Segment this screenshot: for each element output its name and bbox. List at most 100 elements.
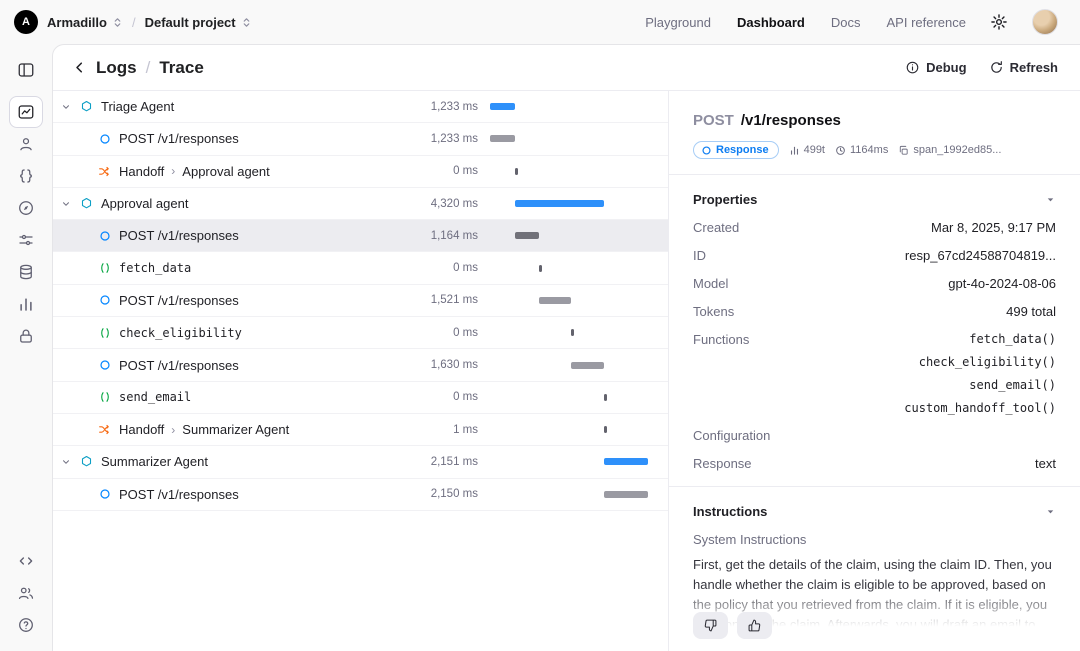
span-path: /v1/responses xyxy=(740,112,841,129)
sidebar-item-fine-tuning[interactable] xyxy=(9,224,43,256)
trace-row-handoff[interactable]: Handoff › Summarizer Agent 1 ms xyxy=(53,414,668,447)
braces-icon xyxy=(20,169,32,183)
trace-row-label: Approval agent xyxy=(101,196,189,212)
collapse-chevron-icon[interactable] xyxy=(1045,194,1056,205)
refresh-button[interactable]: Refresh xyxy=(989,60,1058,75)
trace-row-post[interactable]: POST /v1/responses 1,630 ms xyxy=(53,349,668,382)
trace-row-agent[interactable]: Summarizer Agent 2,151 ms xyxy=(53,446,668,479)
sidebar-item-explore[interactable] xyxy=(9,192,43,224)
trace-row-label: Triage Agent xyxy=(101,99,175,115)
trace-row-timeline xyxy=(490,490,648,498)
handoff-icon xyxy=(97,423,112,436)
debug-button[interactable]: Debug xyxy=(905,60,967,75)
handoff-target-label: Summarizer Agent xyxy=(182,422,290,438)
sidebar-item-assistants[interactable] xyxy=(9,128,43,160)
database-icon xyxy=(20,264,32,280)
trace-row-agent[interactable]: Approval agent 4,320 ms xyxy=(53,188,668,221)
breadcrumb-logs[interactable]: Logs xyxy=(96,58,137,78)
sidebar-toggle-panel-icon[interactable] xyxy=(9,54,43,86)
bar-chart-icon xyxy=(790,146,798,155)
trace-row-duration: 1,164 ms xyxy=(430,229,478,242)
property-row-model: Model gpt-4o-2024-08-06 xyxy=(693,276,1056,291)
instructions-title: Instructions xyxy=(693,504,768,519)
trace-row-label: Handoff xyxy=(119,422,165,438)
instructions-section-header: Instructions xyxy=(693,504,1056,519)
sidebar-item-help[interactable] xyxy=(9,609,43,641)
span-detail-panel: POST /v1/responses Response 499t 1164ms xyxy=(668,91,1080,651)
sidebar-item-usage[interactable] xyxy=(9,288,43,320)
trace-row-function[interactable]: check_eligibility 0 ms xyxy=(53,317,668,350)
org-project-picker: A Armadillo / Default project xyxy=(14,10,252,34)
chevron-down-icon[interactable] xyxy=(61,199,79,209)
trace-row-timeline xyxy=(490,232,648,240)
trace-row-duration: 0 ms xyxy=(453,262,478,275)
trace-row-timeline xyxy=(490,361,648,369)
chevron-down-icon[interactable] xyxy=(61,457,79,467)
trace-row-duration: 1,630 ms xyxy=(430,359,478,372)
divider xyxy=(669,174,1080,175)
page-title: Logs / Trace xyxy=(96,58,204,78)
people-icon xyxy=(18,587,34,600)
nav-dashboard[interactable]: Dashboard xyxy=(737,15,805,30)
trace-row-timeline xyxy=(490,103,648,111)
nav-api-reference[interactable]: API reference xyxy=(887,15,967,30)
trace-row-timeline xyxy=(490,426,648,434)
trace-row-function[interactable]: send_email 0 ms xyxy=(53,382,668,414)
trace-row-label: Handoff xyxy=(119,163,165,179)
trace-row-post[interactable]: POST /v1/responses 1,233 ms xyxy=(53,123,668,156)
trace-row-label: Summarizer Agent xyxy=(101,454,208,470)
span-id-badge[interactable]: span_1992ed85... xyxy=(898,144,1001,156)
trace-row-duration: 2,150 ms xyxy=(430,488,478,501)
function-name: check_eligibility() xyxy=(918,355,1056,369)
handoff-target-label: Approval agent xyxy=(182,163,270,179)
trace-row-label: POST /v1/responses xyxy=(119,357,239,373)
trace-row-post-selected[interactable]: POST /v1/responses 1,164 ms xyxy=(53,220,668,253)
tokens-badge: 499t xyxy=(789,144,825,156)
sidebar-item-logs[interactable] xyxy=(9,96,43,128)
sidebar-item-developer[interactable] xyxy=(9,545,43,577)
clock-icon xyxy=(836,145,845,155)
lock-icon xyxy=(20,329,32,343)
app-header: A Armadillo / Default project Playground… xyxy=(0,0,1080,44)
person-icon xyxy=(20,138,32,151)
sidebar-item-community[interactable] xyxy=(9,577,43,609)
nav-docs[interactable]: Docs xyxy=(831,15,861,30)
agent-icon xyxy=(79,100,94,113)
sidebar-item-batches[interactable] xyxy=(9,160,43,192)
project-selector[interactable]: Default project xyxy=(145,15,252,30)
trace-row-post[interactable]: POST /v1/responses 2,150 ms xyxy=(53,479,668,511)
thumbs-down-button[interactable] xyxy=(693,612,728,639)
nav-playground[interactable]: Playground xyxy=(645,15,711,30)
response-circle-icon xyxy=(97,230,112,242)
trace-row-timeline xyxy=(490,296,648,304)
chevron-down-icon[interactable] xyxy=(61,102,79,112)
profile-avatar[interactable] xyxy=(1032,9,1058,35)
function-parentheses-icon xyxy=(97,391,112,403)
collapse-chevron-icon[interactable] xyxy=(1045,506,1056,517)
trace-row-duration: 0 ms xyxy=(453,391,478,404)
trace-row-timeline xyxy=(490,167,648,175)
org-selector[interactable]: Armadillo xyxy=(47,15,123,30)
divider xyxy=(669,486,1080,487)
trace-row-timeline xyxy=(490,458,648,466)
sidebar-item-api-keys[interactable] xyxy=(9,320,43,352)
latency-badge: 1164ms xyxy=(835,144,888,156)
response-badge[interactable]: Response xyxy=(693,141,779,159)
response-circle-icon xyxy=(97,133,112,145)
feedback-buttons xyxy=(693,612,772,639)
settings-gear-icon[interactable] xyxy=(990,13,1008,31)
trace-row-agent[interactable]: Triage Agent 1,233 ms xyxy=(53,91,668,124)
thumbs-up-icon xyxy=(748,619,761,632)
sort-chevrons-icon xyxy=(241,16,252,29)
trace-row-duration: 1,233 ms xyxy=(430,132,478,145)
icon-sidebar xyxy=(0,44,52,651)
trace-row-handoff[interactable]: Handoff › Approval agent 0 ms xyxy=(53,156,668,188)
trace-row-label: fetch_data xyxy=(119,261,192,276)
refresh-label: Refresh xyxy=(1009,60,1058,75)
trace-row-function[interactable]: fetch_data 0 ms xyxy=(53,252,668,285)
sidebar-item-storage[interactable] xyxy=(9,256,43,288)
thumbs-up-button[interactable] xyxy=(737,612,772,639)
back-chevron-icon[interactable] xyxy=(71,59,88,76)
main-panel: Logs / Trace Debug Refresh Triage Agent … xyxy=(52,44,1080,651)
trace-row-post[interactable]: POST /v1/responses 1,521 ms xyxy=(53,285,668,318)
